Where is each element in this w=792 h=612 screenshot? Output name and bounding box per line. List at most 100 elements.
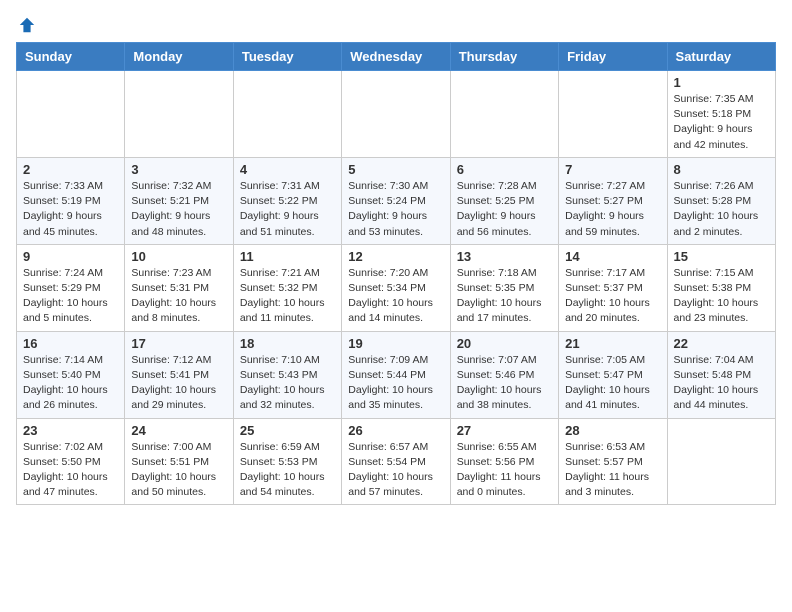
- day-info: Sunrise: 7:26 AM Sunset: 5:28 PM Dayligh…: [674, 179, 769, 240]
- day-header-sunday: Sunday: [17, 43, 125, 71]
- week-row-0: 1 Sunrise: 7:35 AM Sunset: 5:18 PM Daylig…: [17, 71, 776, 158]
- calendar-cell: 24 Sunrise: 7:00 AM Sunset: 5:51 PM Dayli…: [125, 418, 233, 505]
- week-row-4: 23Sunrise: 7:02 AM Sunset: 5:50 PM Dayli…: [17, 418, 776, 505]
- calendar-cell: 8 Sunrise: 7:26 AM Sunset: 5:28 PM Daylig…: [667, 157, 775, 244]
- calendar-cell: 22Sunrise: 7:04 AM Sunset: 5:48 PM Dayli…: [667, 331, 775, 418]
- week-row-1: 2 Sunrise: 7:33 AM Sunset: 5:19 PM Daylig…: [17, 157, 776, 244]
- calendar-cell: 2 Sunrise: 7:33 AM Sunset: 5:19 PM Daylig…: [17, 157, 125, 244]
- day-number: 9: [23, 249, 118, 264]
- calendar-cell: 7 Sunrise: 7:27 AM Sunset: 5:27 PM Daylig…: [559, 157, 667, 244]
- day-info: Sunrise: 7:00 AM Sunset: 5:51 PM Dayligh…: [131, 440, 226, 501]
- day-info: Sunrise: 7:24 AM Sunset: 5:29 PM Dayligh…: [23, 266, 118, 327]
- calendar-cell: 5 Sunrise: 7:30 AM Sunset: 5:24 PM Daylig…: [342, 157, 450, 244]
- calendar-cell: 6 Sunrise: 7:28 AM Sunset: 5:25 PM Daylig…: [450, 157, 558, 244]
- day-number: 22: [674, 336, 769, 351]
- day-header-friday: Friday: [559, 43, 667, 71]
- day-header-tuesday: Tuesday: [233, 43, 341, 71]
- day-header-thursday: Thursday: [450, 43, 558, 71]
- calendar-cell: [667, 418, 775, 505]
- day-info: Sunrise: 7:21 AM Sunset: 5:32 PM Dayligh…: [240, 266, 335, 327]
- day-info: Sunrise: 7:20 AM Sunset: 5:34 PM Dayligh…: [348, 266, 443, 327]
- calendar-cell: 12 Sunrise: 7:20 AM Sunset: 5:34 PM Dayli…: [342, 244, 450, 331]
- day-info: Sunrise: 7:09 AM Sunset: 5:44 PM Dayligh…: [348, 353, 443, 414]
- calendar-cell: [559, 71, 667, 158]
- day-number: 26: [348, 423, 443, 438]
- calendar-cell: 17 Sunrise: 7:12 AM Sunset: 5:41 PM Dayli…: [125, 331, 233, 418]
- day-info: Sunrise: 7:17 AM Sunset: 5:37 PM Dayligh…: [565, 266, 660, 327]
- calendar-cell: 20 Sunrise: 7:07 AM Sunset: 5:46 PM Dayli…: [450, 331, 558, 418]
- day-number: 19: [348, 336, 443, 351]
- day-info: Sunrise: 7:14 AM Sunset: 5:40 PM Dayligh…: [23, 353, 118, 414]
- calendar-cell: [233, 71, 341, 158]
- day-number: 5: [348, 162, 443, 177]
- calendar-cell: [125, 71, 233, 158]
- calendar-cell: 19 Sunrise: 7:09 AM Sunset: 5:44 PM Dayli…: [342, 331, 450, 418]
- week-row-2: 9 Sunrise: 7:24 AM Sunset: 5:29 PM Daylig…: [17, 244, 776, 331]
- day-number: 23: [23, 423, 118, 438]
- calendar-cell: 28Sunrise: 6:53 AM Sunset: 5:57 PM Dayli…: [559, 418, 667, 505]
- day-header-monday: Monday: [125, 43, 233, 71]
- logo: [16, 16, 36, 30]
- calendar-cell: 21 Sunrise: 7:05 AM Sunset: 5:47 PM Dayli…: [559, 331, 667, 418]
- day-info: Sunrise: 7:10 AM Sunset: 5:43 PM Dayligh…: [240, 353, 335, 414]
- day-info: Sunrise: 7:18 AM Sunset: 5:35 PM Dayligh…: [457, 266, 552, 327]
- calendar-cell: [450, 71, 558, 158]
- calendar-cell: 3 Sunrise: 7:32 AM Sunset: 5:21 PM Daylig…: [125, 157, 233, 244]
- day-info: Sunrise: 6:57 AM Sunset: 5:54 PM Dayligh…: [348, 440, 443, 501]
- calendar-cell: 14Sunrise: 7:17 AM Sunset: 5:37 PM Dayli…: [559, 244, 667, 331]
- logo-icon: [18, 16, 36, 34]
- day-number: 13: [457, 249, 552, 264]
- day-number: 24: [131, 423, 226, 438]
- day-info: Sunrise: 6:59 AM Sunset: 5:53 PM Dayligh…: [240, 440, 335, 501]
- day-number: 7: [565, 162, 660, 177]
- day-header-wednesday: Wednesday: [342, 43, 450, 71]
- calendar-cell: 26 Sunrise: 6:57 AM Sunset: 5:54 PM Dayli…: [342, 418, 450, 505]
- calendar-cell: 1 Sunrise: 7:35 AM Sunset: 5:18 PM Daylig…: [667, 71, 775, 158]
- day-info: Sunrise: 6:55 AM Sunset: 5:56 PM Dayligh…: [457, 440, 552, 501]
- day-number: 1: [674, 75, 769, 90]
- week-row-3: 16Sunrise: 7:14 AM Sunset: 5:40 PM Dayli…: [17, 331, 776, 418]
- day-number: 12: [348, 249, 443, 264]
- day-number: 21: [565, 336, 660, 351]
- day-info: Sunrise: 7:33 AM Sunset: 5:19 PM Dayligh…: [23, 179, 118, 240]
- day-info: Sunrise: 7:32 AM Sunset: 5:21 PM Dayligh…: [131, 179, 226, 240]
- calendar-cell: 13 Sunrise: 7:18 AM Sunset: 5:35 PM Dayli…: [450, 244, 558, 331]
- calendar-cell: 4 Sunrise: 7:31 AM Sunset: 5:22 PM Daylig…: [233, 157, 341, 244]
- calendar-cell: 15 Sunrise: 7:15 AM Sunset: 5:38 PM Dayli…: [667, 244, 775, 331]
- day-number: 10: [131, 249, 226, 264]
- day-number: 6: [457, 162, 552, 177]
- calendar-cell: [17, 71, 125, 158]
- day-number: 2: [23, 162, 118, 177]
- day-number: 18: [240, 336, 335, 351]
- day-number: 4: [240, 162, 335, 177]
- calendar-cell: [342, 71, 450, 158]
- calendar-cell: 10 Sunrise: 7:23 AM Sunset: 5:31 PM Dayli…: [125, 244, 233, 331]
- day-info: Sunrise: 7:31 AM Sunset: 5:22 PM Dayligh…: [240, 179, 335, 240]
- day-number: 3: [131, 162, 226, 177]
- calendar-body: 1 Sunrise: 7:35 AM Sunset: 5:18 PM Daylig…: [17, 71, 776, 505]
- calendar-cell: 23Sunrise: 7:02 AM Sunset: 5:50 PM Dayli…: [17, 418, 125, 505]
- day-number: 20: [457, 336, 552, 351]
- day-info: Sunrise: 7:28 AM Sunset: 5:25 PM Dayligh…: [457, 179, 552, 240]
- calendar-cell: 27 Sunrise: 6:55 AM Sunset: 5:56 PM Dayli…: [450, 418, 558, 505]
- calendar-header-row: SundayMondayTuesdayWednesdayThursdayFrid…: [17, 43, 776, 71]
- calendar-cell: 18 Sunrise: 7:10 AM Sunset: 5:43 PM Dayli…: [233, 331, 341, 418]
- day-number: 28: [565, 423, 660, 438]
- calendar-cell: 25Sunrise: 6:59 AM Sunset: 5:53 PM Dayli…: [233, 418, 341, 505]
- day-number: 8: [674, 162, 769, 177]
- day-info: Sunrise: 7:12 AM Sunset: 5:41 PM Dayligh…: [131, 353, 226, 414]
- day-number: 17: [131, 336, 226, 351]
- day-info: Sunrise: 7:15 AM Sunset: 5:38 PM Dayligh…: [674, 266, 769, 327]
- day-info: Sunrise: 7:35 AM Sunset: 5:18 PM Dayligh…: [674, 92, 769, 153]
- day-info: Sunrise: 7:07 AM Sunset: 5:46 PM Dayligh…: [457, 353, 552, 414]
- day-info: Sunrise: 7:23 AM Sunset: 5:31 PM Dayligh…: [131, 266, 226, 327]
- day-info: Sunrise: 7:05 AM Sunset: 5:47 PM Dayligh…: [565, 353, 660, 414]
- day-number: 15: [674, 249, 769, 264]
- day-number: 27: [457, 423, 552, 438]
- day-info: Sunrise: 7:27 AM Sunset: 5:27 PM Dayligh…: [565, 179, 660, 240]
- calendar-cell: 9 Sunrise: 7:24 AM Sunset: 5:29 PM Daylig…: [17, 244, 125, 331]
- day-info: Sunrise: 7:30 AM Sunset: 5:24 PM Dayligh…: [348, 179, 443, 240]
- page-header: [16, 16, 776, 30]
- day-number: 11: [240, 249, 335, 264]
- calendar-cell: 16Sunrise: 7:14 AM Sunset: 5:40 PM Dayli…: [17, 331, 125, 418]
